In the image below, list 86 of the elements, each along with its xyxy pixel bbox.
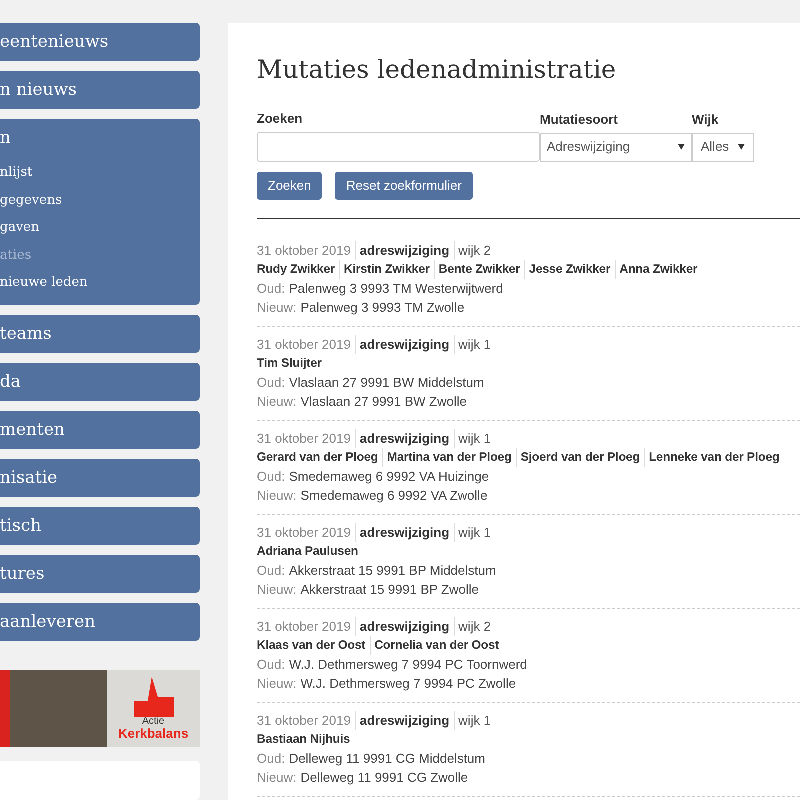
entry-type: adreswijziging: [356, 522, 455, 542]
entry-type: adreswijziging: [356, 334, 455, 354]
church-icon: [134, 676, 174, 717]
banner-image[interactable]: Actie Kerkbalans: [0, 670, 200, 748]
new-address: Delleweg 11 9991 CG Zwolle: [300, 768, 468, 786]
member-name: Sjoerd van der Ploeg: [516, 448, 646, 466]
form-button[interactable]: Zoeken: [257, 172, 322, 200]
submenu-item[interactable]: nlijst: [0, 159, 200, 186]
entry-date: 31 oktober 2019: [257, 710, 356, 730]
old-label: Oud:: [257, 562, 286, 580]
nav-item[interactable]: eentenieuws: [0, 23, 200, 61]
field-label: Zoeken: [257, 110, 304, 128]
entry-wijk: wijk 2: [458, 618, 492, 636]
field-label: Mutatiesoort: [540, 111, 619, 129]
old-address: Smedemaweg 6 9992 VA Huizinge: [289, 468, 490, 486]
old-label: Oud:: [257, 468, 286, 486]
nav-item[interactable]: tures: [0, 554, 200, 592]
entry-wijk: wijk 2: [458, 242, 492, 260]
entry-type: adreswijziging: [356, 428, 455, 448]
entry-wijk: wijk 1: [458, 524, 492, 542]
nav-item[interactable]: tisch: [0, 506, 200, 544]
entry-type: adreswijziging: [356, 710, 455, 730]
old-label: Oud:: [257, 656, 286, 674]
submenu-item[interactable]: gegevens: [0, 186, 200, 214]
old-address: W.J. Dethmersweg 7 9994 PC Toornwerd: [289, 656, 528, 674]
caret-icon: [678, 144, 685, 150]
entry-date: 31 oktober 2019: [257, 428, 356, 448]
entry-date: 31 oktober 2019: [257, 522, 356, 542]
old-label: Oud:: [257, 750, 286, 768]
member-name: Bastiaan Nijhuis: [257, 730, 350, 748]
old-address: Akkerstraat 15 9991 BP Middelstum: [289, 562, 496, 580]
nav-item[interactable]: nisatie: [0, 458, 200, 496]
search-field[interactable]: [257, 132, 540, 162]
member-name: Klaas van der Oost: [257, 636, 371, 654]
nav-item[interactable]: aanleveren: [0, 602, 200, 640]
new-address: Palenweg 3 9993 TM Zwolle: [300, 298, 465, 316]
submenu-item[interactable]: gaven: [0, 214, 200, 242]
new-label: Nieuw:: [257, 486, 297, 504]
old-address: Delleweg 11 9991 CG Middelstum: [289, 750, 486, 768]
member-name: Lenneke van der Ploeg: [648, 448, 780, 466]
old-label: Oud:: [257, 280, 286, 298]
nav-item[interactable]: n nieuws: [0, 71, 200, 109]
entry-date: 31 oktober 2019: [257, 334, 356, 354]
new-label: Nieuw:: [257, 768, 297, 786]
member-name: Tim Sluijter: [257, 354, 322, 372]
form-button[interactable]: Reset zoekformulier: [335, 172, 473, 200]
nav-item[interactable]: da: [0, 362, 200, 400]
new-label: Nieuw:: [257, 392, 297, 410]
entry-type: adreswijziging: [356, 616, 455, 636]
banner-title: Kerkbalans: [118, 726, 189, 740]
member-name: Cornelia van der Oost: [374, 636, 500, 654]
new-label: Nieuw:: [257, 580, 297, 598]
entry-date: 31 oktober 2019: [257, 240, 356, 260]
new-label: Nieuw:: [257, 298, 297, 316]
entry-wijk: wijk 1: [458, 430, 492, 448]
new-address: W.J. Dethmersweg 7 9994 PC Zwolle: [300, 674, 516, 692]
entry-wijk: wijk 1: [458, 712, 492, 730]
nav-item[interactable]: teams: [0, 314, 200, 352]
caret-icon: [738, 144, 745, 150]
member-name: Martina van der Ploeg: [383, 448, 517, 466]
page-title: Mutaties ledenadministratie: [257, 54, 618, 86]
new-address: Vlaslaan 27 9991 BW Zwolle: [300, 392, 467, 410]
entry-type: adreswijziging: [356, 240, 455, 260]
submenu-item[interactable]: nieuwe leden: [0, 269, 200, 296]
entry-wijk: wijk 1: [458, 336, 492, 354]
wijk-dropdown[interactable]: Alles: [692, 132, 754, 162]
new-address: Smedemaweg 6 9992 VA Zwolle: [300, 486, 488, 504]
member-name: Adriana Paulusen: [257, 542, 358, 560]
member-name: Anna Zwikker: [618, 260, 698, 278]
banner-label: Actie: [142, 716, 165, 727]
new-label: Nieuw:: [257, 674, 297, 692]
member-name: Gerard van der Ploeg: [257, 448, 384, 466]
old-address: Vlaslaan 27 9991 BW Middelstum: [289, 374, 484, 392]
old-address: Palenweg 3 9993 TM Westerwijtwerd: [289, 280, 504, 298]
member-name: Kirstin Zwikker: [340, 260, 435, 278]
nav-item[interactable]: menten: [0, 410, 200, 448]
new-address: Akkerstraat 15 9991 BP Zwolle: [300, 580, 479, 598]
field-label: Wijk: [692, 111, 720, 129]
member-name: Bente Zwikker: [434, 260, 526, 278]
type-dropdown[interactable]: Adreswijziging: [540, 132, 692, 162]
member-name: Jesse Zwikker: [525, 260, 616, 278]
old-label: Oud:: [257, 374, 286, 392]
submenu-item[interactable]: aties: [0, 242, 200, 269]
nav-item[interactable]: n: [0, 119, 200, 157]
member-name: Rudy Zwikker: [257, 260, 340, 278]
entry-date: 31 oktober 2019: [257, 616, 356, 636]
